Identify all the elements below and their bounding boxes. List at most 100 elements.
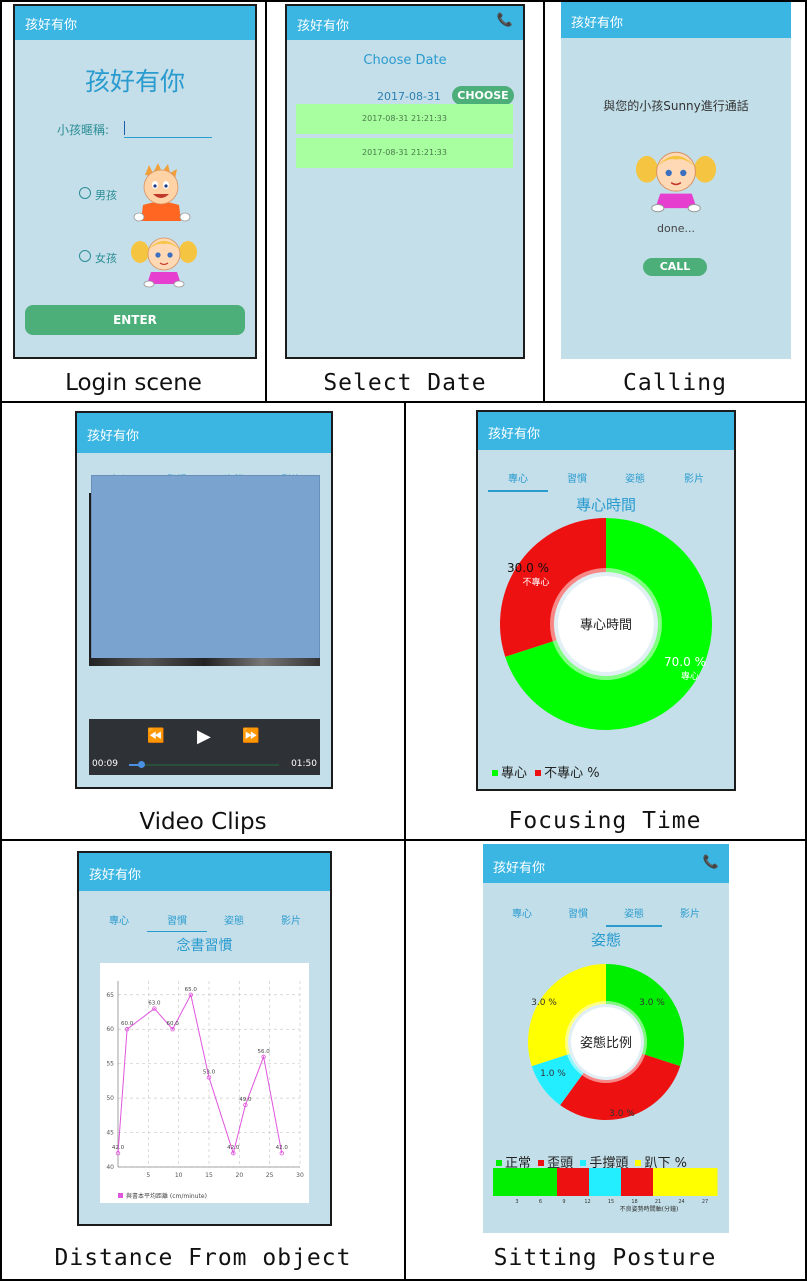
x-tick-label: 10 xyxy=(175,1172,183,1179)
y-tick-label: 45 xyxy=(106,1130,114,1137)
app-title: 孩好有你 xyxy=(571,16,624,31)
tab-video[interactable]: 影片 xyxy=(279,912,303,927)
posture-screen: 孩好有你 📞 專心 習慣 姿態 影片 姿態 姿態比例 3.0 % 3.0 % 1.0 … xyxy=(483,844,729,1233)
timeline-tick-label: 9 xyxy=(562,1199,565,1205)
nickname-label: 小孩暱稱: xyxy=(57,123,110,137)
seek-thumb[interactable] xyxy=(138,761,145,768)
tab-indicator xyxy=(147,931,207,932)
video-bottom-strip xyxy=(89,658,320,666)
timeline-tick-label: 27 xyxy=(702,1199,708,1205)
timeline-tick-label: 3 xyxy=(515,1199,518,1205)
data-label: 60.0 xyxy=(121,1021,134,1027)
x-tick-label: 30 xyxy=(296,1172,304,1179)
rewind-icon[interactable]: ⏪ xyxy=(147,728,164,744)
posture-donut-chart: 姿態比例 3.0 % 3.0 % 1.0 % 3.0 % xyxy=(528,964,684,1120)
timeline-segment xyxy=(653,1168,686,1196)
caption-posture: Sitting Posture xyxy=(493,1245,717,1271)
login-screen: 孩好有你 孩好有你 小孩暱稱: 男孩 女孩 ENTER xyxy=(13,4,257,359)
legend-normal-swatch xyxy=(496,1160,502,1166)
tab-habit[interactable]: 習慣 xyxy=(565,470,589,485)
phone-icon[interactable]: 📞 xyxy=(497,13,513,28)
data-label: 42.0 xyxy=(112,1145,125,1151)
app-title: 孩好有你 xyxy=(87,429,140,444)
data-label: 53.0 xyxy=(203,1069,216,1075)
girl-radio[interactable] xyxy=(79,250,91,262)
timeline-segment xyxy=(685,1168,718,1196)
tab-indicator xyxy=(606,925,662,927)
girl-avatar-icon xyxy=(635,151,717,213)
nickname-field[interactable] xyxy=(124,119,212,138)
tab-indicator xyxy=(488,490,548,492)
boy-label: 男孩 xyxy=(95,189,117,202)
focus-legend: 專心 不專心 % xyxy=(492,762,600,781)
tab-posture[interactable]: 姿態 xyxy=(623,470,647,485)
y-tick-label: 60 xyxy=(106,1026,114,1033)
app-bar: 孩好有你 xyxy=(478,412,734,450)
tab-focus[interactable]: 專心 xyxy=(506,470,530,485)
app-bar: 孩好有你 xyxy=(79,853,330,891)
tab-posture[interactable]: 姿態 xyxy=(622,905,646,920)
tab-focus[interactable]: 專心 xyxy=(107,912,131,927)
data-label: 63.0 xyxy=(148,1001,161,1007)
record-list-item[interactable]: 2017-08-31 21:21:33 xyxy=(296,138,513,168)
data-label: 65.0 xyxy=(185,987,198,993)
call-button[interactable]: CALL xyxy=(643,258,707,276)
phone-icon[interactable]: 📞 xyxy=(703,855,719,870)
login-heading: 孩好有你 xyxy=(84,67,185,96)
text-cursor xyxy=(124,121,125,135)
total-time: 01:50 xyxy=(291,759,317,769)
choose-button[interactable]: CHOOSE xyxy=(452,86,514,105)
choose-date-heading: Choose Date xyxy=(363,53,447,68)
tab-video[interactable]: 影片 xyxy=(682,470,706,485)
tab-bar: 專心 習慣 姿態 影片 xyxy=(478,470,734,485)
slice-value-label: 70.0 % xyxy=(664,655,706,669)
distance-screen: 孩好有你 專心 習慣 姿態 影片 念書習慣 40 45 50 55 60 65 5 10 15 2… xyxy=(77,851,332,1226)
video-frame[interactable] xyxy=(89,475,320,666)
tab-habit[interactable]: 習慣 xyxy=(566,905,590,920)
call-status: done... xyxy=(657,222,695,235)
distance-title: 念書習慣 xyxy=(176,938,233,954)
x-tick-label: 5 xyxy=(146,1172,150,1179)
tab-video[interactable]: 影片 xyxy=(678,905,702,920)
col-divider-r1-b xyxy=(543,0,545,402)
select-date-screen: 孩好有你 📞 Choose Date 2017-08-31 CHOOSE 201… xyxy=(285,4,525,359)
timeline-segment xyxy=(621,1168,654,1196)
caption-login: Login scene xyxy=(65,370,202,396)
record-timestamp: 2017-08-31 21:21:33 xyxy=(362,148,447,157)
legend-unfocus-label: 不專心 % xyxy=(544,766,600,781)
legend-label: 與書本平均距離 (cm/minute) xyxy=(126,1192,207,1200)
tab-bar: 專心 習慣 姿態 影片 xyxy=(79,912,330,927)
caption-calling: Calling xyxy=(623,370,727,396)
app-bar: 孩好有你 📞 xyxy=(483,844,729,883)
media-controls: ⏪ ▶ ⏩ 00:09 01:50 xyxy=(89,719,320,775)
timeline-tick-label: 12 xyxy=(584,1199,590,1205)
record-list-item[interactable]: 2017-08-31 21:21:33 xyxy=(296,104,513,134)
caption-video: Video Clips xyxy=(139,809,267,835)
boy-radio[interactable] xyxy=(79,187,91,199)
posture-title: 姿態 xyxy=(590,931,621,949)
y-tick-label: 50 xyxy=(106,1095,114,1102)
tab-posture[interactable]: 姿態 xyxy=(222,912,246,927)
app-bar: 孩好有你 📞 xyxy=(287,6,523,40)
legend-swatch xyxy=(118,1193,123,1198)
girl-label: 女孩 xyxy=(95,252,117,265)
tab-habit[interactable]: 習慣 xyxy=(165,912,189,927)
focus-title: 專心時間 xyxy=(575,496,636,514)
fast-forward-icon[interactable]: ⏩ xyxy=(242,728,259,744)
play-icon[interactable]: ▶ xyxy=(197,726,211,747)
series-line xyxy=(117,993,283,1156)
app-title: 孩好有你 xyxy=(89,868,142,883)
video-thumbnail xyxy=(91,475,320,659)
table-border-left xyxy=(0,0,2,1281)
slice-value-label: 3.0 % xyxy=(639,998,665,1008)
slice-value-label: 3.0 % xyxy=(531,998,557,1008)
posture-timeline-bar: 3 6 9 12 15 18 21 24 27 不良姿勢時間軸(分鐘) xyxy=(493,1168,718,1213)
boy-avatar-icon xyxy=(133,163,191,222)
timeline-caption: 不良姿勢時間軸(分鐘) xyxy=(620,1205,679,1213)
timeline-tick-label: 21 xyxy=(655,1199,661,1205)
tab-focus[interactable]: 專心 xyxy=(510,905,534,920)
seek-bar[interactable] xyxy=(129,761,279,768)
enter-button[interactable]: ENTER xyxy=(25,305,245,335)
timeline-tick-label: 24 xyxy=(678,1199,684,1205)
distance-line-chart: 40 45 50 55 60 65 5 10 15 20 25 30 42.0 60.0 63.0 60.0 6… xyxy=(100,963,309,1203)
